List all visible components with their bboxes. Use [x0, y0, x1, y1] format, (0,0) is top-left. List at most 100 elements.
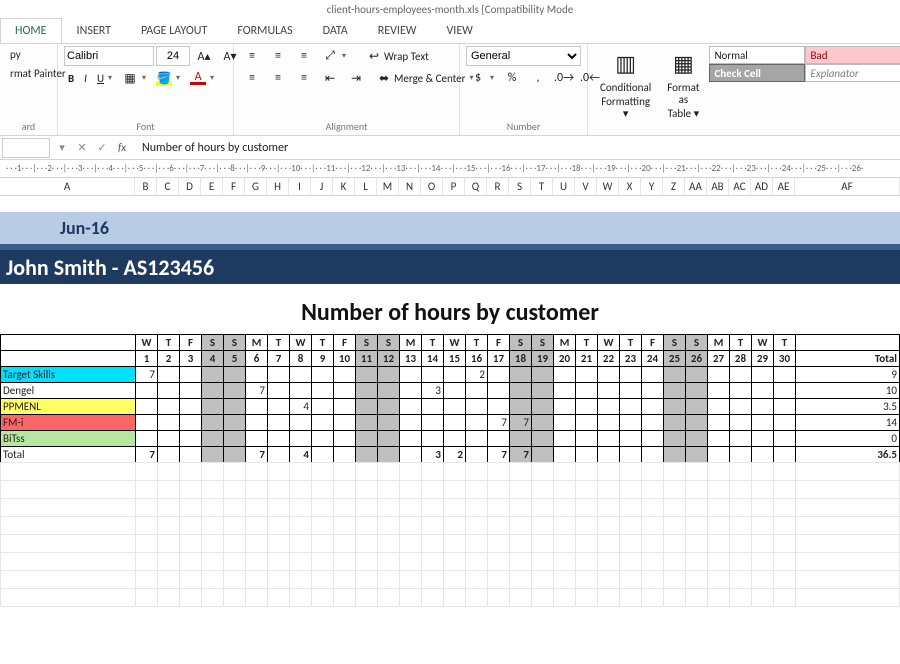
- align-bottom-button[interactable]: ≡: [292, 46, 316, 66]
- cell[interactable]: 17: [488, 351, 510, 367]
- grow-font-button[interactable]: A▴: [192, 46, 216, 66]
- cell[interactable]: T: [730, 335, 752, 351]
- cell[interactable]: [686, 431, 708, 447]
- cell[interactable]: [730, 383, 752, 399]
- cell[interactable]: T: [576, 335, 598, 351]
- conditional-formatting-button[interactable]: ▥ ConditionalFormatting ▾: [594, 46, 657, 122]
- cell[interactable]: [730, 367, 752, 383]
- cell[interactable]: F: [334, 335, 356, 351]
- cell[interactable]: [422, 415, 444, 431]
- column-header[interactable]: AF: [795, 178, 900, 195]
- cell[interactable]: 14: [422, 351, 444, 367]
- ribbon-tab-review[interactable]: REVIEW: [363, 18, 432, 43]
- cell[interactable]: [224, 447, 246, 463]
- cell[interactable]: F: [180, 335, 202, 351]
- cell[interactable]: [708, 431, 730, 447]
- cell[interactable]: F: [642, 335, 664, 351]
- align-top-button[interactable]: ≡: [240, 46, 264, 66]
- cell[interactable]: [312, 367, 334, 383]
- cell[interactable]: 2: [158, 351, 180, 367]
- cell[interactable]: [774, 399, 796, 415]
- cell[interactable]: S: [686, 335, 708, 351]
- cell[interactable]: 5: [224, 351, 246, 367]
- cell[interactable]: [334, 415, 356, 431]
- cell[interactable]: [312, 415, 334, 431]
- cell[interactable]: [532, 447, 554, 463]
- cell[interactable]: [576, 431, 598, 447]
- cell[interactable]: [180, 383, 202, 399]
- font-name-combo[interactable]: [64, 46, 154, 66]
- cell[interactable]: [730, 447, 752, 463]
- cell[interactable]: 4: [290, 399, 312, 415]
- cell[interactable]: [334, 383, 356, 399]
- decrease-indent-button[interactable]: ⇤: [318, 68, 342, 88]
- cell[interactable]: [246, 415, 268, 431]
- cell[interactable]: [268, 399, 290, 415]
- cell[interactable]: [774, 447, 796, 463]
- cell[interactable]: [202, 367, 224, 383]
- cell[interactable]: [334, 399, 356, 415]
- cell[interactable]: [422, 431, 444, 447]
- column-header[interactable]: R: [487, 178, 509, 195]
- worksheet-area[interactable]: Jun-16 John Smith - AS123456 Number of h…: [0, 196, 900, 607]
- cell[interactable]: 2: [444, 447, 466, 463]
- cell[interactable]: [158, 383, 180, 399]
- cell[interactable]: T: [620, 335, 642, 351]
- column-header[interactable]: Y: [641, 178, 663, 195]
- cell[interactable]: [664, 399, 686, 415]
- cell[interactable]: [378, 399, 400, 415]
- cell[interactable]: [774, 367, 796, 383]
- cell[interactable]: [708, 447, 730, 463]
- column-header[interactable]: J: [311, 178, 333, 195]
- cell-style-check[interactable]: Check Cell: [709, 64, 805, 82]
- cell[interactable]: [246, 431, 268, 447]
- cell[interactable]: [664, 415, 686, 431]
- cell[interactable]: [576, 367, 598, 383]
- cell[interactable]: [378, 367, 400, 383]
- cell[interactable]: 16: [466, 351, 488, 367]
- underline-button[interactable]: U: [93, 70, 116, 87]
- cell[interactable]: T: [158, 335, 180, 351]
- cell-style-bad[interactable]: Bad: [805, 46, 900, 64]
- cell[interactable]: [334, 431, 356, 447]
- empty-row[interactable]: [1, 535, 900, 553]
- cell[interactable]: W: [290, 335, 312, 351]
- cell[interactable]: [444, 399, 466, 415]
- cell[interactable]: [686, 447, 708, 463]
- cell[interactable]: 7: [510, 447, 532, 463]
- cell[interactable]: [532, 399, 554, 415]
- cell[interactable]: 3: [422, 447, 444, 463]
- cell[interactable]: [598, 447, 620, 463]
- column-header[interactable]: N: [399, 178, 421, 195]
- column-header[interactable]: F: [223, 178, 245, 195]
- cell[interactable]: [510, 399, 532, 415]
- column-header[interactable]: AB: [707, 178, 729, 195]
- ribbon-tab-view[interactable]: VIEW: [431, 18, 487, 43]
- empty-grid[interactable]: [0, 462, 900, 607]
- number-format-combo[interactable]: General: [466, 46, 581, 66]
- cell[interactable]: 19: [532, 351, 554, 367]
- cell[interactable]: S: [510, 335, 532, 351]
- cell[interactable]: [312, 399, 334, 415]
- align-middle-button[interactable]: ≡: [266, 46, 290, 66]
- column-header[interactable]: S: [509, 178, 531, 195]
- cell[interactable]: [356, 447, 378, 463]
- cell[interactable]: [554, 431, 576, 447]
- column-header[interactable]: A: [0, 178, 135, 195]
- cell[interactable]: [664, 383, 686, 399]
- cell[interactable]: 30: [774, 351, 796, 367]
- cell[interactable]: [620, 447, 642, 463]
- cell[interactable]: [642, 447, 664, 463]
- cell[interactable]: [400, 447, 422, 463]
- name-box-dropdown[interactable]: ▾: [52, 138, 72, 158]
- cell[interactable]: [180, 431, 202, 447]
- cell[interactable]: [774, 431, 796, 447]
- cell[interactable]: [598, 399, 620, 415]
- cell[interactable]: [642, 383, 664, 399]
- column-header[interactable]: AA: [685, 178, 707, 195]
- empty-row[interactable]: [1, 481, 900, 499]
- ribbon-tab-insert[interactable]: INSERT: [62, 18, 126, 43]
- cell[interactable]: T: [268, 335, 290, 351]
- cell[interactable]: [510, 431, 532, 447]
- cell[interactable]: [664, 367, 686, 383]
